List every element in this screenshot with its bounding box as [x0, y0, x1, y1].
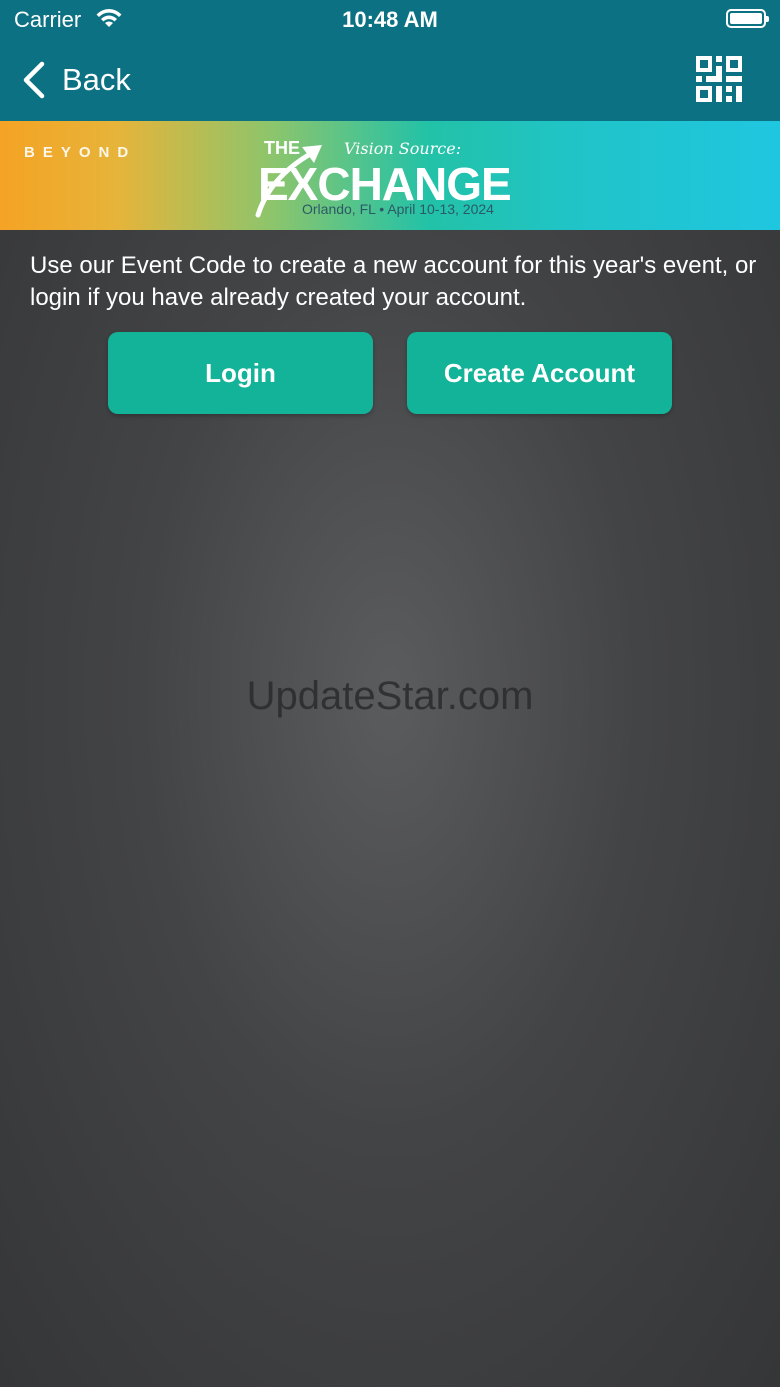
- chevron-left-icon: [23, 61, 45, 99]
- back-label: Back: [62, 62, 131, 97]
- navigation-bar: Back: [0, 40, 780, 121]
- beyond-logo: BEYOND: [24, 144, 137, 161]
- main-content: Use our Event Code to create a new accou…: [0, 230, 780, 1387]
- event-title-the: THE: [264, 138, 300, 158]
- create-account-button[interactable]: Create Account: [407, 332, 672, 414]
- battery-icon: [726, 9, 769, 28]
- vision-source-label: Vision Source:: [344, 139, 462, 158]
- login-button[interactable]: Login: [108, 332, 373, 414]
- intro-text: Use our Event Code to create a new accou…: [30, 252, 757, 311]
- status-bar: Carrier 10:48 AM: [0, 0, 780, 40]
- clock: 10:48 AM: [342, 7, 438, 32]
- top-bar: Carrier 10:48 AM Back: [0, 0, 780, 121]
- back-button[interactable]: Back: [20, 60, 131, 100]
- qr-code-icon[interactable]: [696, 56, 742, 102]
- watermark: UpdateStar.com: [246, 674, 534, 718]
- event-banner: BEYOND THE Vision Source: EXCHANGE Orlan…: [0, 121, 780, 230]
- event-location-dates: Orlando, FL • April 10-13, 2024: [302, 201, 494, 217]
